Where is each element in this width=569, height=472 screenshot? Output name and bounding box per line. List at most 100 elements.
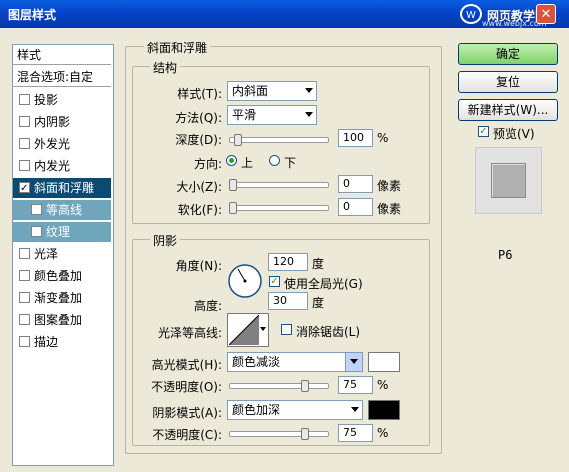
depth-slider[interactable] <box>229 134 329 146</box>
style-item-label: 纹理 <box>46 225 71 239</box>
shadow-color-swatch[interactable] <box>368 400 400 420</box>
shadow-opacity-label: 不透明度(C): <box>152 428 222 442</box>
depth-label: 深度(D): <box>175 133 222 147</box>
altitude-label: 高度: <box>193 299 222 313</box>
anti-alias-checkbox[interactable] <box>281 324 292 335</box>
style-label: 样式(T): <box>177 87 222 101</box>
depth-input[interactable]: 100 <box>338 129 373 147</box>
checkbox-icon[interactable] <box>19 138 30 149</box>
style-item-inner-shadow[interactable]: 内阴影 <box>13 112 111 132</box>
style-item-label: 光泽 <box>34 247 59 261</box>
checkbox-icon[interactable] <box>19 314 30 325</box>
checkbox-icon[interactable] <box>19 179 30 199</box>
style-item-label: 颜色叠加 <box>34 269 83 283</box>
highlight-mode-value: 颜色减淡 <box>232 355 281 369</box>
direction-up-label: 上 <box>241 156 254 170</box>
depth-unit: % <box>377 131 389 145</box>
direction-down-radio[interactable] <box>269 155 280 166</box>
soften-label: 软化(F): <box>177 203 222 217</box>
ok-button[interactable]: 确定 <box>458 43 558 65</box>
reset-button[interactable]: 复位 <box>458 71 558 93</box>
checkbox-icon[interactable] <box>19 270 30 281</box>
style-item-color-overlay[interactable]: 颜色叠加 <box>13 266 111 286</box>
checkbox-icon[interactable] <box>19 116 30 127</box>
bevel-emboss-title: 斜面和浮雕 <box>144 39 211 56</box>
style-list-header[interactable]: 样式 <box>13 45 111 65</box>
direction-label: 方向: <box>193 157 222 171</box>
slider-thumb[interactable] <box>301 428 309 440</box>
style-item-gradient-overlay[interactable]: 渐变叠加 <box>13 288 111 308</box>
checkbox-icon[interactable] <box>31 226 42 237</box>
style-item-contour[interactable]: 等高线 <box>13 200 111 220</box>
style-item-satin[interactable]: 光泽 <box>13 244 111 264</box>
style-item-bevel-emboss[interactable]: 斜面和浮雕 <box>13 178 111 199</box>
highlight-opacity-label: 不透明度(O): <box>151 380 222 394</box>
direction-up-radio[interactable] <box>226 155 237 166</box>
style-item-outer-glow[interactable]: 外发光 <box>13 134 111 154</box>
layer-style-dialog: 图层样式 W 网页教学网 www.webjx.com ✕ 样式 混合选项:自定 … <box>0 0 569 472</box>
direction-down-label: 下 <box>284 156 297 170</box>
angle-unit: 度 <box>312 257 325 271</box>
highlight-opacity-unit: % <box>377 378 389 392</box>
shadow-opacity-input[interactable]: 75 <box>338 424 373 442</box>
structure-title: 结构 <box>150 59 181 76</box>
technique-label: 方法(Q): <box>175 111 222 125</box>
checkbox-icon[interactable] <box>19 336 30 347</box>
chevron-down-icon <box>260 327 266 331</box>
angle-label: 角度(N): <box>175 259 222 273</box>
checkbox-icon[interactable] <box>19 248 30 259</box>
shadow-opacity-slider[interactable] <box>229 428 329 440</box>
style-item-label: 内发光 <box>34 159 71 173</box>
style-item-label: 投影 <box>34 93 59 107</box>
highlight-opacity-input[interactable]: 75 <box>338 376 373 394</box>
angle-dial[interactable] <box>227 263 263 299</box>
style-item-texture[interactable]: 纹理 <box>13 222 111 242</box>
site-logo-icon: W <box>460 4 482 24</box>
style-item-inner-glow[interactable]: 内发光 <box>13 156 111 176</box>
slider-thumb[interactable] <box>301 380 309 392</box>
slider-thumb[interactable] <box>229 202 237 214</box>
highlight-color-swatch[interactable] <box>368 352 400 372</box>
preview-label: 预览(V) <box>493 127 535 141</box>
style-select[interactable]: 内斜面 <box>227 81 317 101</box>
gloss-contour-label: 光泽等高线: <box>157 326 222 340</box>
angle-input[interactable]: 120 <box>268 253 308 271</box>
style-item-label: 等高线 <box>46 203 83 217</box>
size-slider[interactable] <box>229 179 329 191</box>
blend-options-item[interactable]: 混合选项:自定 <box>13 67 111 87</box>
shadow-mode-value: 颜色加深 <box>232 403 281 417</box>
preview-checkbox[interactable]: ✓ <box>478 126 489 137</box>
highlight-mode-select[interactable]: 颜色减淡 <box>227 352 363 372</box>
anti-alias-label: 消除锯齿(L) <box>296 325 361 339</box>
size-input[interactable]: 0 <box>338 175 373 193</box>
size-unit: 像素 <box>377 179 402 193</box>
size-label: 大小(Z): <box>176 180 222 194</box>
style-item-pattern-overlay[interactable]: 图案叠加 <box>13 310 111 330</box>
watermark-label: P6 <box>498 248 513 262</box>
style-item-drop-shadow[interactable]: 投影 <box>13 90 111 110</box>
global-light-checkbox[interactable]: ✓ <box>269 276 280 287</box>
soften-input[interactable]: 0 <box>338 198 373 216</box>
highlight-opacity-slider[interactable] <box>229 380 329 392</box>
altitude-unit: 度 <box>312 296 325 310</box>
checkbox-icon[interactable] <box>19 94 30 105</box>
checkbox-icon[interactable] <box>19 160 30 171</box>
checkbox-icon[interactable] <box>31 204 42 215</box>
title-bar[interactable]: 图层样式 W 网页教学网 www.webjx.com ✕ <box>0 0 569 28</box>
soften-slider[interactable] <box>229 202 329 214</box>
new-style-button[interactable]: 新建样式(W)... <box>458 99 558 121</box>
technique-select[interactable]: 平滑 <box>227 105 317 125</box>
global-light-label: 使用全局光(G) <box>284 277 363 291</box>
checkbox-icon[interactable] <box>19 292 30 303</box>
style-list: 样式 混合选项:自定 投影 内阴影 外发光 内发光 斜面和浮雕 等高线 纹理 光… <box>12 44 114 466</box>
chevron-down-icon <box>305 112 313 117</box>
shadow-mode-select[interactable]: 颜色加深 <box>227 400 363 420</box>
style-item-stroke[interactable]: 描边 <box>13 332 111 352</box>
style-item-label: 斜面和浮雕 <box>34 181 95 195</box>
altitude-input[interactable]: 30 <box>268 292 308 310</box>
style-preview <box>475 147 542 214</box>
slider-thumb[interactable] <box>234 134 242 146</box>
gloss-contour-picker[interactable] <box>227 313 269 347</box>
close-button[interactable]: ✕ <box>536 4 556 24</box>
slider-thumb[interactable] <box>229 179 237 191</box>
